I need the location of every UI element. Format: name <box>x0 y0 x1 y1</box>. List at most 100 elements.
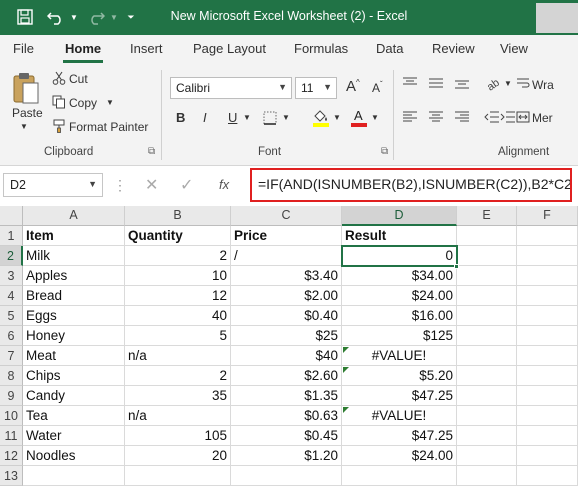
cell-f1[interactable] <box>517 226 578 246</box>
cell-b5[interactable]: 40 <box>125 306 231 326</box>
cell-d12[interactable]: $24.00 <box>342 446 457 466</box>
cell-e12[interactable] <box>457 446 517 466</box>
borders-dropdown-icon[interactable]: ▼ <box>282 113 290 122</box>
cell-d11[interactable]: $47.25 <box>342 426 457 446</box>
cell-b4[interactable]: 12 <box>125 286 231 306</box>
tab-view[interactable]: View <box>500 41 528 56</box>
row-header[interactable]: 8 <box>0 366 23 386</box>
cell-a5[interactable]: Eggs <box>23 306 125 326</box>
cell-b3[interactable]: 10 <box>125 266 231 286</box>
cell-c3[interactable]: $3.40 <box>231 266 342 286</box>
align-right-icon[interactable] <box>454 110 470 124</box>
cell-c4[interactable]: $2.00 <box>231 286 342 306</box>
cell-f6[interactable] <box>517 326 578 346</box>
cell-e11[interactable] <box>457 426 517 446</box>
cell-f2[interactable] <box>517 246 578 266</box>
paste-icon[interactable] <box>10 70 42 106</box>
row-header[interactable]: 1 <box>0 226 23 246</box>
column-header-b[interactable]: B <box>125 206 231 226</box>
cell-f3[interactable] <box>517 266 578 286</box>
cell-f9[interactable] <box>517 386 578 406</box>
chevron-down-icon[interactable]: ▼ <box>88 179 97 189</box>
column-header-f[interactable]: F <box>517 206 578 226</box>
cell-b6[interactable]: 5 <box>125 326 231 346</box>
cell-a12[interactable]: Noodles <box>23 446 125 466</box>
format-painter-button[interactable]: Format Painter <box>69 120 148 134</box>
row-header[interactable]: 9 <box>0 386 23 406</box>
tab-insert[interactable]: Insert <box>130 41 163 56</box>
cell-c9[interactable]: $1.35 <box>231 386 342 406</box>
align-bottom-icon[interactable] <box>454 76 470 90</box>
cell-f13[interactable] <box>517 466 578 486</box>
cell-e1[interactable] <box>457 226 517 246</box>
cell-c10[interactable]: $0.63 <box>231 406 342 426</box>
tab-page-layout[interactable]: Page Layout <box>193 41 266 56</box>
italic-button[interactable]: I <box>203 110 207 125</box>
font-color-icon[interactable]: A <box>350 108 368 128</box>
row-header[interactable]: 4 <box>0 286 23 306</box>
increase-font-icon[interactable]: A^ <box>346 78 360 95</box>
tab-formulas[interactable]: Formulas <box>294 41 348 56</box>
cancel-icon[interactable]: ✕ <box>145 175 158 195</box>
cell-b7[interactable]: n/a <box>125 346 231 366</box>
cell-b1[interactable]: Quantity <box>125 226 231 246</box>
column-header-d[interactable]: D <box>342 206 457 226</box>
cell-e8[interactable] <box>457 366 517 386</box>
cell-f7[interactable] <box>517 346 578 366</box>
clipboard-launcher-icon[interactable]: ⧉ <box>148 146 155 157</box>
cell-a7[interactable]: Meat <box>23 346 125 366</box>
cell-f12[interactable] <box>517 446 578 466</box>
error-indicator-icon[interactable] <box>343 367 349 373</box>
row-header[interactable]: 6 <box>0 326 23 346</box>
cell-e10[interactable] <box>457 406 517 426</box>
column-header-e[interactable]: E <box>457 206 517 226</box>
cell-b10[interactable]: n/a <box>125 406 231 426</box>
cell-d13[interactable] <box>342 466 457 486</box>
fill-color-icon[interactable] <box>312 108 330 128</box>
fill-handle[interactable] <box>454 264 459 269</box>
cut-button[interactable]: Cut <box>69 72 88 86</box>
wrap-text-button[interactable]: Wra <box>532 78 554 92</box>
cell-e9[interactable] <box>457 386 517 406</box>
tab-home[interactable]: Home <box>65 41 101 56</box>
cell-c13[interactable] <box>231 466 342 486</box>
cell-c12[interactable]: $1.20 <box>231 446 342 466</box>
merge-icon[interactable] <box>516 110 530 124</box>
paste-button[interactable]: Paste <box>12 106 43 120</box>
cell-c2[interactable]: / <box>231 246 342 266</box>
cell-a10[interactable]: Tea <box>23 406 125 426</box>
cell-f8[interactable] <box>517 366 578 386</box>
row-header[interactable]: 7 <box>0 346 23 366</box>
cell-c6[interactable]: $25 <box>231 326 342 346</box>
bold-button[interactable]: B <box>176 110 185 125</box>
cell-e4[interactable] <box>457 286 517 306</box>
formula-input[interactable]: =IF(AND(ISNUMBER(B2),ISNUMBER(C2)),B2*C2… <box>250 168 572 202</box>
font-size-combo[interactable]: 11 ▼ <box>295 77 337 99</box>
align-left-icon[interactable] <box>402 110 418 124</box>
select-all-button[interactable] <box>0 206 23 226</box>
orientation-icon[interactable]: ab <box>484 74 502 92</box>
enter-icon[interactable]: ✓ <box>180 175 193 195</box>
cell-e5[interactable] <box>457 306 517 326</box>
tab-data[interactable]: Data <box>376 41 403 56</box>
merge-center-button[interactable]: Mer <box>532 111 553 125</box>
cell-a4[interactable]: Bread <box>23 286 125 306</box>
cell-a2[interactable]: Milk <box>23 246 125 266</box>
cell-a1[interactable]: Item <box>23 226 125 246</box>
cell-d10[interactable]: #VALUE! <box>342 406 457 426</box>
borders-icon[interactable] <box>262 110 278 126</box>
cell-c5[interactable]: $0.40 <box>231 306 342 326</box>
orientation-dropdown-icon[interactable]: ▼ <box>504 79 512 88</box>
paste-dropdown-icon[interactable]: ▼ <box>20 122 28 131</box>
tab-review[interactable]: Review <box>432 41 475 56</box>
copy-dropdown-icon[interactable]: ▼ <box>106 98 114 107</box>
font-name-combo[interactable]: Calibri ▼ <box>170 77 292 99</box>
cell-a6[interactable]: Honey <box>23 326 125 346</box>
cell-a11[interactable]: Water <box>23 426 125 446</box>
row-header[interactable]: 13 <box>0 466 23 486</box>
copy-button[interactable]: Copy <box>69 96 97 110</box>
cell-c7[interactable]: $40 <box>231 346 342 366</box>
cell-c11[interactable]: $0.45 <box>231 426 342 446</box>
cell-e2[interactable] <box>457 246 517 266</box>
decrease-font-icon[interactable]: Aˇ <box>372 80 383 95</box>
